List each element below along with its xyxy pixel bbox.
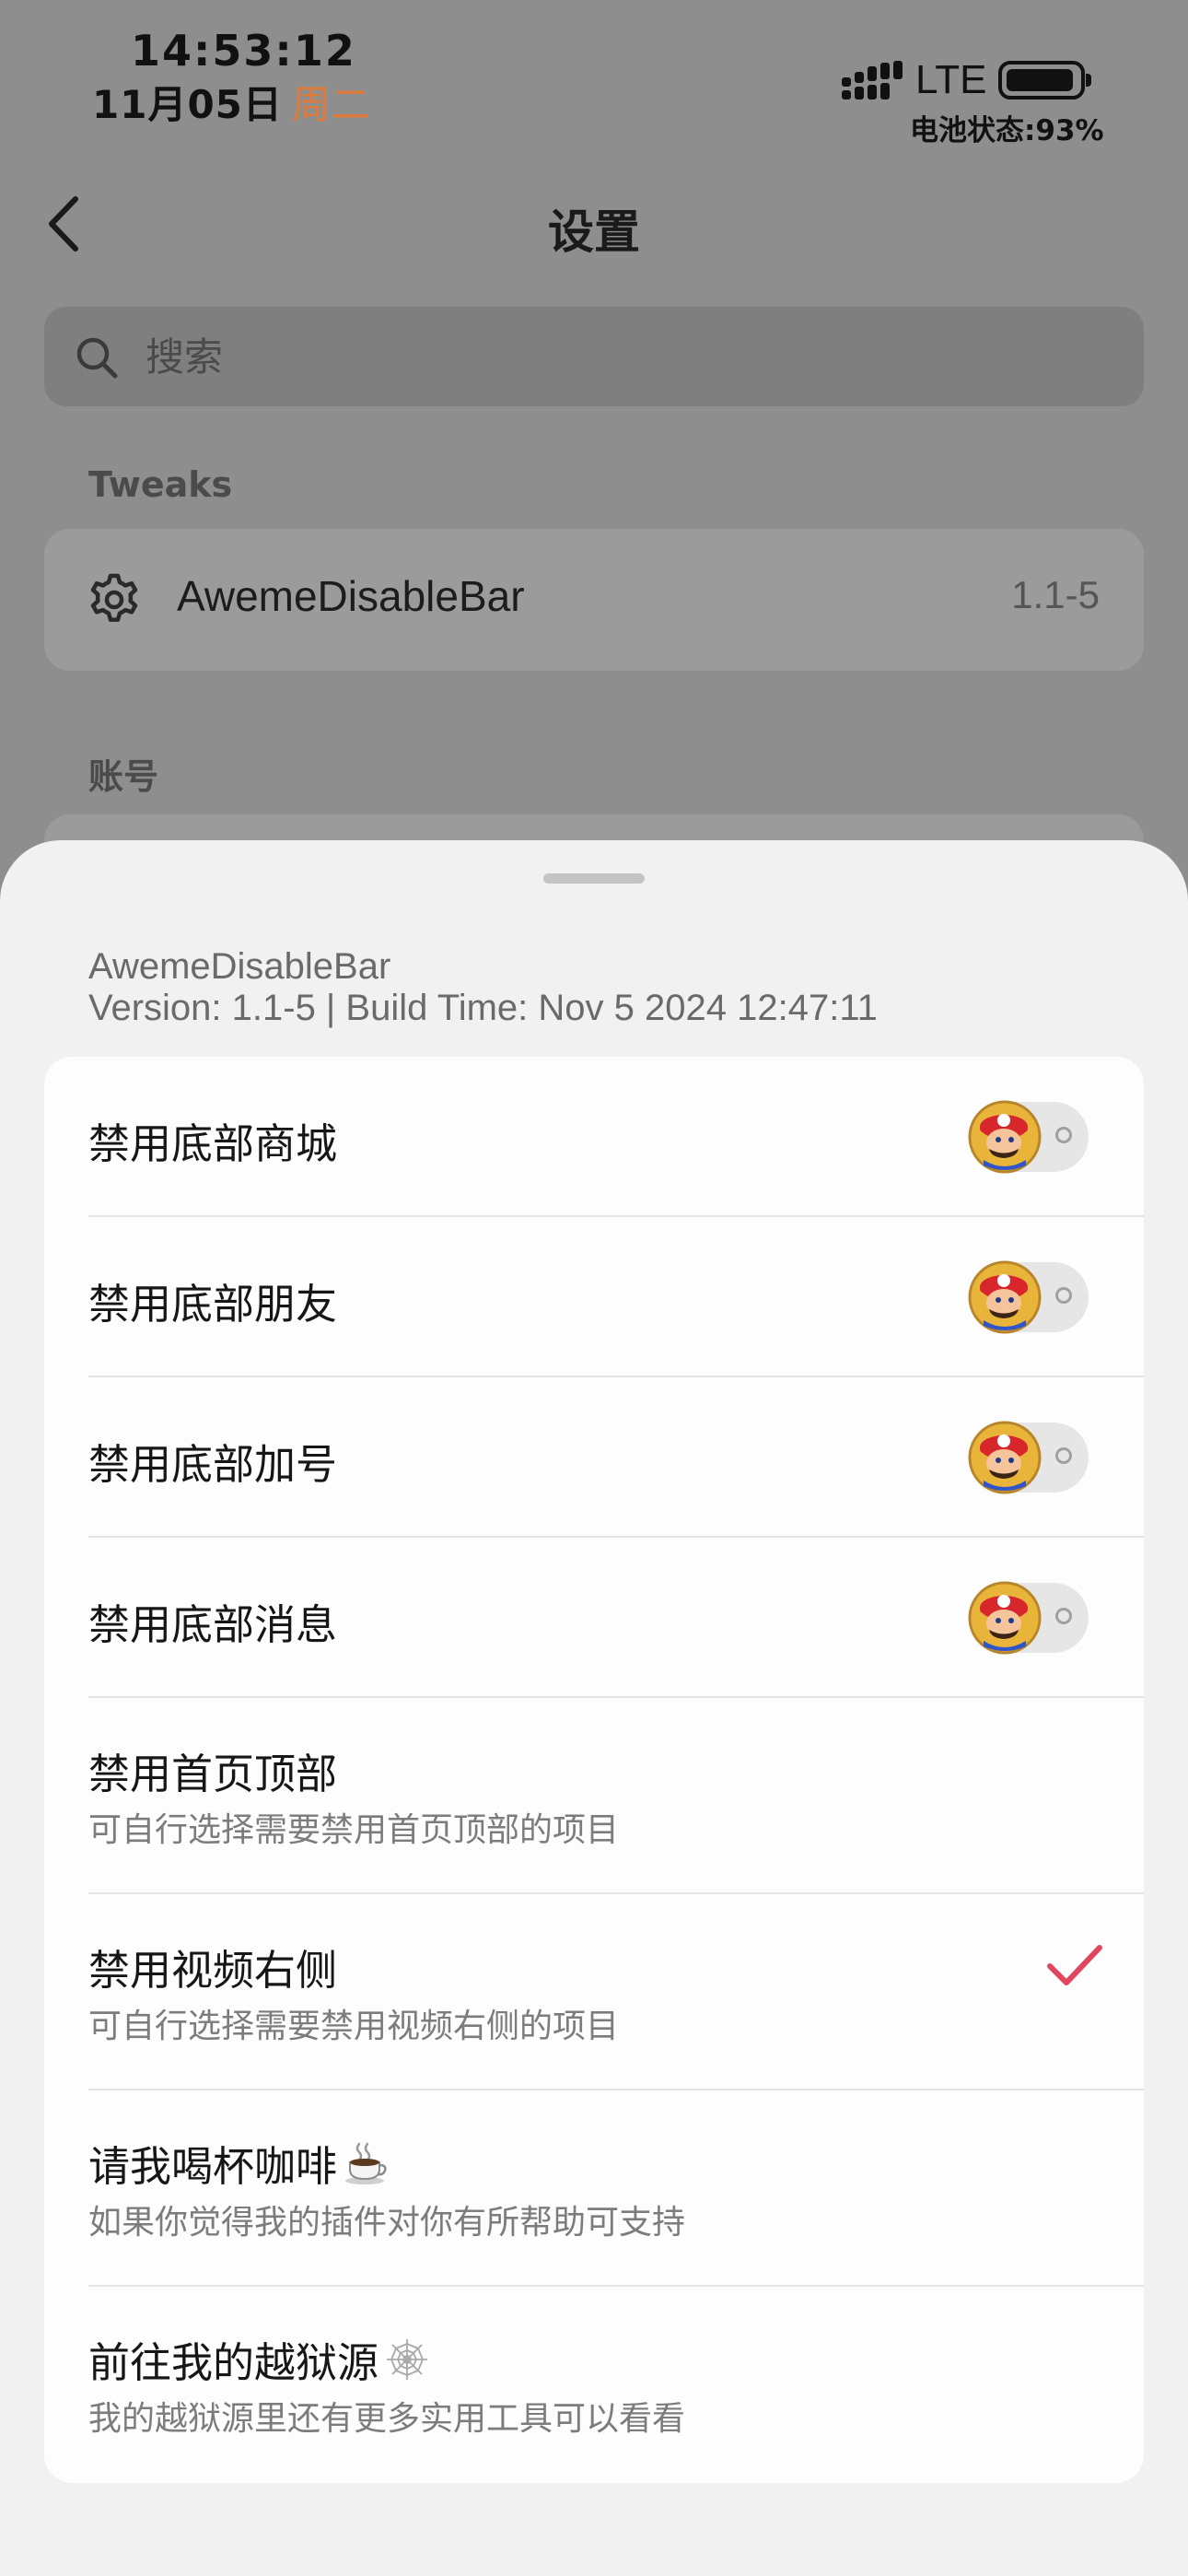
option-subtitle: 可自行选择需要禁用首页顶部的项目 xyxy=(88,1811,620,1849)
options-list: 禁用底部商城 禁用底部朋友 禁用底部加号 禁用底部消息 禁用首页顶部 可自行选择… xyxy=(44,1057,1144,2483)
option-title-wrap: 前往我的越狱源 xyxy=(88,2329,430,2389)
account-section-header: 账号 xyxy=(88,756,159,797)
option-title: 禁用底部朋友 xyxy=(88,1280,338,1329)
option-title: 禁用底部加号 xyxy=(88,1440,338,1489)
sheet-grabber[interactable] xyxy=(543,873,645,884)
date-text: 11月05日 xyxy=(92,82,283,127)
option-disable-bottom-friends[interactable]: 禁用底部朋友 xyxy=(44,1217,1144,1377)
mario-knob-icon xyxy=(968,1581,1042,1655)
option-disable-bottom-messages[interactable]: 禁用底部消息 xyxy=(44,1538,1144,1698)
option-subtitle: 我的越狱源里还有更多实用工具可以看看 xyxy=(88,2400,686,2438)
option-disable-bottom-plus[interactable]: 禁用底部加号 xyxy=(44,1377,1144,1538)
checkmark-icon xyxy=(1047,1945,1102,1985)
option-disable-home-top[interactable]: 禁用首页顶部 可自行选择需要禁用首页顶部的项目 xyxy=(44,1698,1144,1894)
option-disable-bottom-mall[interactable]: 禁用底部商城 xyxy=(44,1057,1144,1217)
coffee-icon xyxy=(345,2142,387,2184)
search-bar[interactable] xyxy=(44,307,1144,406)
gear-icon xyxy=(90,573,138,622)
mario-knob-icon xyxy=(968,1421,1042,1494)
option-title: 禁用底部商城 xyxy=(88,1119,338,1168)
option-title: 禁用首页顶部 xyxy=(88,1750,338,1798)
signal-icon xyxy=(842,61,903,100)
tweak-name: AwemeDisableBar xyxy=(177,572,525,620)
spiderweb-icon xyxy=(387,2339,428,2380)
tweaks-section-header: Tweaks xyxy=(88,464,233,505)
toggle-switch[interactable] xyxy=(968,1581,1089,1655)
option-title: 前往我的越狱源 xyxy=(88,2338,379,2387)
mario-knob-icon xyxy=(968,1260,1042,1334)
option-disable-video-right[interactable]: 禁用视频右侧 可自行选择需要禁用视频右侧的项目 xyxy=(44,1894,1144,2090)
network-label: LTE xyxy=(915,57,987,102)
toggle-switch[interactable] xyxy=(968,1421,1089,1494)
option-title-wrap: 请我喝杯咖啡 xyxy=(88,2133,389,2193)
search-input[interactable] xyxy=(146,323,1066,390)
option-title: 禁用视频右侧 xyxy=(88,1946,338,1995)
battery-status-text: 电池状态:93% xyxy=(910,114,1104,147)
option-buy-me-coffee[interactable]: 请我喝杯咖啡 如果你觉得我的插件对你有所帮助可支持 xyxy=(44,2090,1144,2287)
sheet-app-name: AwemeDisableBar xyxy=(88,946,391,987)
battery-icon xyxy=(998,61,1091,100)
option-jailbreak-repo[interactable]: 前往我的越狱源 我的越狱源里还有更多实用工具可以看看 xyxy=(44,2287,1144,2483)
sheet-build-info: Version: 1.1-5 | Build Time: Nov 5 2024 … xyxy=(88,988,878,1028)
tweak-version: 1.1-5 xyxy=(1011,573,1100,616)
status-date: 11月05日 周二 xyxy=(92,74,371,130)
tweak-item-awemedisablebar[interactable]: AwemeDisableBar 1.1-5 xyxy=(44,529,1144,671)
option-subtitle: 可自行选择需要禁用视频右侧的项目 xyxy=(88,2008,620,2045)
option-subtitle: 如果你觉得我的插件对你有所帮助可支持 xyxy=(88,2204,686,2242)
status-time: 14:53:12 xyxy=(131,26,356,76)
search-icon xyxy=(76,337,118,379)
toggle-switch[interactable] xyxy=(968,1260,1089,1334)
page-title: 设置 xyxy=(548,205,640,259)
toggle-switch[interactable] xyxy=(968,1100,1089,1174)
option-title: 请我喝杯咖啡 xyxy=(88,2142,338,2191)
option-title: 禁用底部消息 xyxy=(88,1600,338,1649)
settings-sheet: AwemeDisableBar Version: 1.1-5 | Build T… xyxy=(0,840,1188,2576)
mario-knob-icon xyxy=(968,1100,1042,1174)
weekday-text: 周二 xyxy=(291,82,371,127)
